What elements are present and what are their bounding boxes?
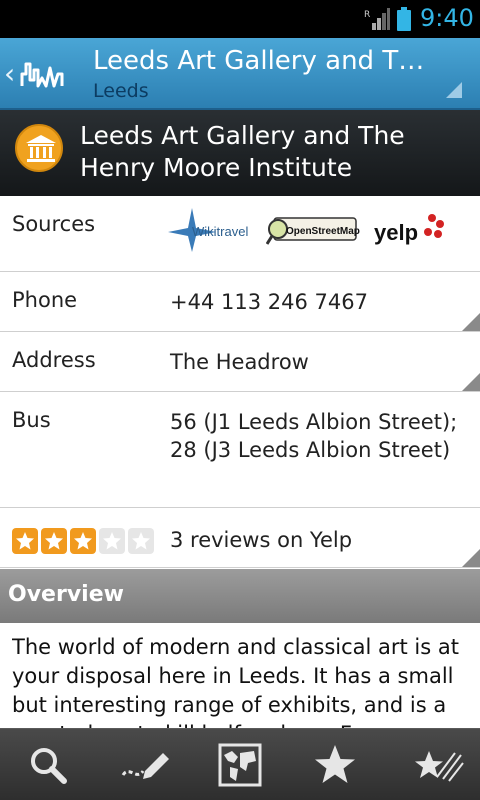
star-empty-icon [128, 528, 154, 554]
source-name: Wikitravel [192, 224, 248, 239]
phone-value[interactable]: +44 113 246 7467 [170, 288, 470, 316]
museum-icon [15, 124, 63, 172]
more-indicator-icon [462, 373, 480, 391]
phone-row[interactable]: Phone +44 113 246 7467 [0, 272, 480, 332]
openstreetmap-logo[interactable]: OpenStreetMap [266, 206, 360, 254]
wikitravel-skyline-icon[interactable] [20, 56, 70, 92]
search-icon[interactable] [20, 741, 80, 791]
back-button[interactable]: ‹ [4, 60, 15, 88]
star-filled-icon [12, 528, 38, 554]
bottom-toolbar [0, 728, 480, 800]
poi-header: Leeds Art Gallery and The Henry Moore In… [0, 110, 480, 196]
overview-heading-bar: Overview [0, 569, 480, 623]
reviews-text[interactable]: 3 reviews on Yelp [170, 526, 470, 554]
star-filled-icon [41, 528, 67, 554]
rating-stars [12, 528, 157, 554]
bus-label: Bus [12, 408, 51, 432]
action-bar-title[interactable]: Leeds Art Gallery and The… [93, 46, 433, 76]
reviews-row[interactable]: 3 reviews on Yelp [0, 508, 480, 568]
more-indicator-icon [462, 549, 480, 567]
map-icon[interactable] [210, 741, 270, 791]
overview-text: The world of modern and classical art is… [12, 635, 459, 728]
action-bar-subtitle[interactable]: Leeds [93, 80, 149, 102]
status-bar: R 9:40 [0, 0, 480, 38]
chevron-left-icon: ‹ [4, 57, 16, 90]
edit-icon[interactable] [115, 741, 175, 791]
star-empty-icon [99, 528, 125, 554]
phone-label: Phone [12, 288, 78, 312]
battery-icon [397, 7, 411, 31]
yelp-logo[interactable]: yelp [374, 206, 446, 254]
bus-value: 56 (J1 Leeds Albion Street); 28 (J3 Leed… [170, 410, 458, 462]
poi-title: Leeds Art Gallery and The Henry Moore In… [80, 121, 405, 182]
signal-icon: R [364, 8, 390, 30]
sources-label: Sources [12, 212, 96, 236]
address-row[interactable]: Address The Headrow [0, 332, 480, 392]
bus-row: Bus 56 (J1 Leeds Albion Street); 28 (J3 … [0, 392, 480, 508]
overview-heading: Overview [8, 582, 124, 607]
clock: 9:40 [420, 4, 474, 32]
wikitravel-logo[interactable]: Wikitravel [166, 206, 256, 254]
source-name: yelp [374, 220, 418, 245]
sources-row: Sources Wikitravel OpenStreetMap yelp [0, 196, 480, 272]
roaming-indicator: R [364, 10, 370, 20]
dropdown-indicator-icon [446, 82, 462, 98]
address-value[interactable]: The Headrow [170, 348, 470, 376]
source-name: OpenStreetMap [286, 226, 360, 237]
more-indicator-icon [462, 313, 480, 331]
star-filled-icon [70, 528, 96, 554]
star-icon[interactable] [305, 741, 365, 791]
star-add-icon[interactable] [405, 741, 465, 791]
address-label: Address [12, 348, 96, 372]
action-bar: ‹ Leeds Art Gallery and The… Leeds [0, 38, 480, 110]
